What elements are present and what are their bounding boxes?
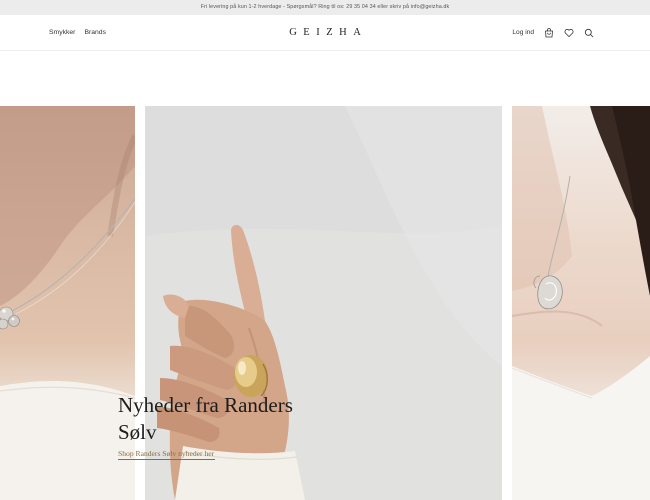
login-link[interactable]: Log ind [512,29,534,36]
main-nav: Smykker Brands [49,15,106,50]
hero-title-line2: Sølv [118,420,157,444]
nav-item-brands[interactable]: Brands [84,29,106,36]
nav-item-smykker[interactable]: Smykker [49,29,75,36]
heart-icon[interactable] [563,27,574,38]
logo[interactable]: GEIZHA [283,27,368,38]
cart-icon[interactable] [543,27,554,38]
hero-title-line1: Nyheder fra Randers [118,393,293,417]
page: Fri levering på kun 1-2 hverdage - Spørg… [0,0,650,500]
hero-slide-previous[interactable] [0,106,135,500]
hero-title: Nyheder fra Randers Sølv [118,392,378,446]
announcement-bar: Fri levering på kun 1-2 hverdage - Spørg… [0,0,650,15]
hero-slide-next[interactable] [512,106,650,500]
hero-caption: Nyheder fra Randers Sølv Shop Randers Sø… [118,392,378,465]
header-actions: Log ind [512,15,594,50]
hero-carousel: Nyheder fra Randers Sølv Shop Randers Sø… [0,106,650,500]
announcement-text: Fri levering på kun 1-2 hverdage - Spørg… [200,4,450,10]
hero-cta-link[interactable]: Shop Randers Sølv nyheder her [118,449,215,460]
search-icon[interactable] [583,27,594,38]
site-header: Smykker Brands GEIZHA Log ind [0,15,650,51]
